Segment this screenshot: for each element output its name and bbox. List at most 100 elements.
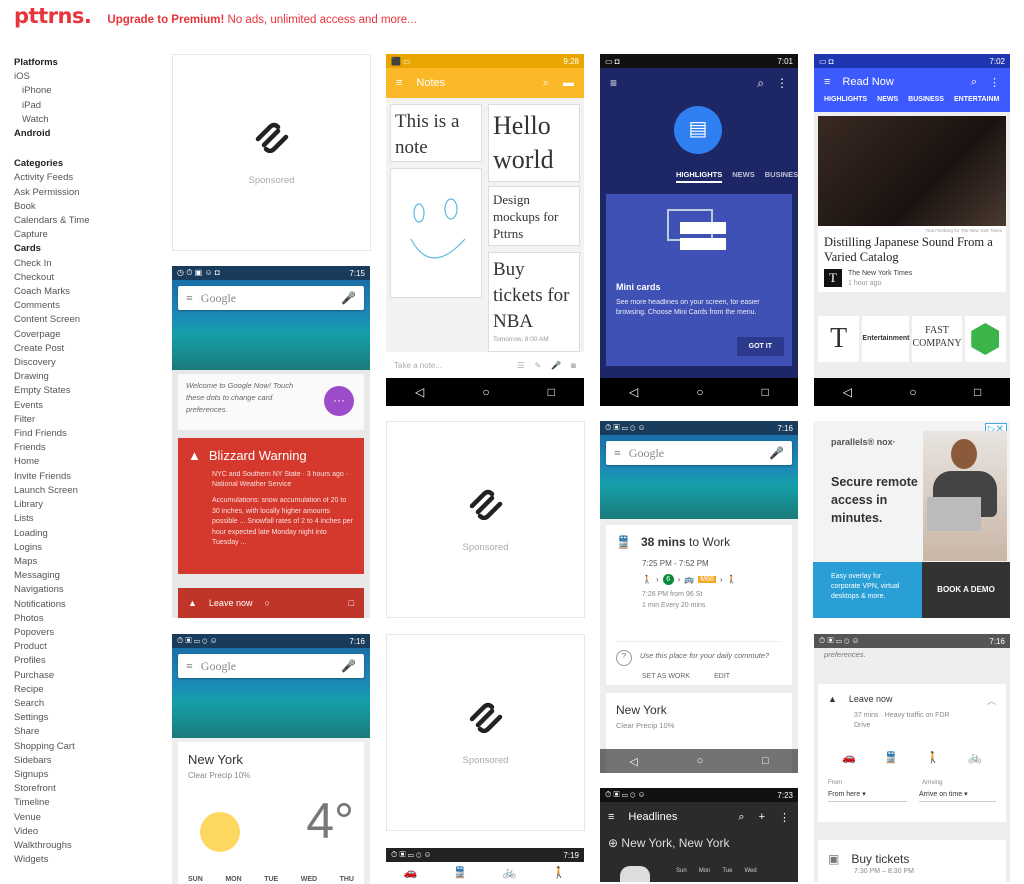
tab-entertainment[interactable]: ENTERTAINM <box>954 96 999 103</box>
notes-screenshot[interactable]: ⬛ ▭ 9:28 ≡ Notes ⌕ ▬ This is a note Hello wo… <box>386 54 584 406</box>
tab-business[interactable]: BUSINESS <box>908 96 944 103</box>
car-icon[interactable]: 🚗 <box>842 751 856 764</box>
category-item[interactable]: Launch Screen <box>14 484 154 498</box>
nyt-tile[interactable]: T <box>818 316 860 362</box>
category-item[interactable]: Home <box>14 455 154 469</box>
menu-icon[interactable]: ≡ <box>186 291 193 306</box>
category-item[interactable]: Filter <box>14 413 154 427</box>
home-icon[interactable]: ○ <box>697 755 704 767</box>
category-item[interactable]: Venue <box>14 811 154 825</box>
category-item[interactable]: Library <box>14 498 154 512</box>
category-item[interactable]: Cards <box>14 242 154 256</box>
tab-business[interactable]: BUSINES <box>765 170 798 183</box>
transport-screenshot[interactable]: ⏱ ▣ ▭ ⊙ ☺ 7:19 🚗 🚆 🚲 🚶 <box>386 848 584 882</box>
read-now-screenshot[interactable]: ▭ ◘ 7:02 ≡ Read Now ⌕ ⋮ HIGHLIGHTS NEWS BUSINE… <box>814 54 1010 406</box>
sponsored-card[interactable]: Sponsored <box>386 421 585 618</box>
search-icon[interactable]: ⌕ <box>757 76 764 91</box>
google-search-bar[interactable]: ≡ Google 🎤 <box>178 654 364 678</box>
back-icon[interactable]: ◁ <box>629 755 637 768</box>
category-item[interactable]: Notifications <box>14 598 154 612</box>
category-item[interactable]: Search <box>14 697 154 711</box>
platform-item[interactable]: iOS <box>14 70 154 84</box>
category-item[interactable]: Storefront <box>14 782 154 796</box>
walk-icon[interactable]: 🚶 <box>552 866 566 879</box>
category-item[interactable]: Timeline <box>14 796 154 810</box>
menu-icon[interactable]: ≡ <box>186 659 193 674</box>
premium-link[interactable]: Upgrade to Premium! No ads, unlimited ac… <box>107 14 416 26</box>
category-item[interactable]: Coverpage <box>14 328 154 342</box>
google-now-screenshot-2[interactable]: ⏱ ▣ ▭ ⊙ ☺ 7:16 ≡ Google 🎤 New York Clear Pr… <box>172 634 370 884</box>
mini-cards-promo[interactable]: Mini cards See more headlines on your sc… <box>606 194 792 366</box>
category-item[interactable]: Settings <box>14 711 154 725</box>
category-item[interactable]: Calendars & Time <box>14 214 154 228</box>
overflow-icon[interactable]: ⋮ <box>989 76 1000 89</box>
category-item[interactable]: Widgets <box>14 853 154 867</box>
bike-icon[interactable]: 🚲 <box>968 751 982 764</box>
book-demo-button[interactable]: BOOK A DEMO <box>922 562 1010 618</box>
collapse-icon[interactable]: ︿ <box>987 694 996 707</box>
category-item[interactable]: Purchase <box>14 669 154 683</box>
category-item[interactable]: Sidebars <box>14 754 154 768</box>
category-item[interactable]: Shopping Cart <box>14 740 154 754</box>
logo[interactable]: pttrns. <box>14 4 92 28</box>
headlines-screenshot[interactable]: ⏱ ▣ ▭ ⊙ ☺ 7:23 ≡ Headlines ⌕ + ⋮ ⊕ New York, … <box>600 788 798 882</box>
menu-icon[interactable]: ≡ <box>608 811 614 823</box>
menu-icon[interactable]: ≡ <box>614 446 621 461</box>
google-search-bar[interactable]: ≡ Google 🎤 <box>606 441 792 465</box>
category-item[interactable]: Invite Friends <box>14 470 154 484</box>
tab-news[interactable]: NEWS <box>732 170 755 183</box>
pen-icon[interactable]: ✎ <box>534 361 541 370</box>
search-icon[interactable]: ⌕ <box>738 811 744 824</box>
fast-company-tile[interactable]: FAST COMPANY <box>912 316 962 362</box>
take-note-bar[interactable]: Take a note... ☰ ✎ 🎤 ◙ <box>386 352 584 378</box>
category-item[interactable]: Check In <box>14 257 154 271</box>
category-item[interactable]: Product <box>14 640 154 654</box>
mic-icon[interactable]: 🎤 <box>769 446 784 461</box>
menu-icon[interactable]: ≡ <box>396 77 402 89</box>
category-item[interactable]: Video <box>14 825 154 839</box>
category-item[interactable]: Events <box>14 399 154 413</box>
leave-now-card[interactable]: ▲ Leave now ︿ 37 mins · Heavy traffic on F… <box>818 684 1006 822</box>
mic-icon[interactable]: 🎤 <box>551 361 561 370</box>
menu-icon[interactable]: ≡ <box>610 76 617 90</box>
home-icon[interactable]: ○ <box>696 385 703 399</box>
mic-icon[interactable]: 🎤 <box>341 659 356 674</box>
platform-item[interactable]: iPhone <box>14 84 154 98</box>
category-item[interactable]: Coach Marks <box>14 285 154 299</box>
category-item[interactable]: Discovery <box>14 356 154 370</box>
google-search-bar[interactable]: ≡ Google 🎤 <box>178 286 364 310</box>
commute-card[interactable]: 🚆 38 mins to Work 7:25 PM - 7:52 PM 🚶 › 6 › 🚌… <box>606 525 792 685</box>
category-item[interactable]: Share <box>14 725 154 739</box>
category-item[interactable]: Content Screen <box>14 313 154 327</box>
category-item[interactable]: Friends <box>14 441 154 455</box>
mic-icon[interactable]: 🎤 <box>341 291 356 306</box>
train-icon[interactable]: 🚆 <box>884 751 898 764</box>
category-item[interactable]: Comments <box>14 299 154 313</box>
advertisement[interactable]: ▷✕ parallels® nox· Secure remote access … <box>813 421 1010 618</box>
note-card-4[interactable]: Buy tickets for NBA Tomorrow, 8:00 AM <box>488 252 580 352</box>
category-item[interactable]: Maps <box>14 555 154 569</box>
category-item[interactable]: Checkout <box>14 271 154 285</box>
category-item[interactable]: Ask Permission <box>14 186 154 200</box>
category-item[interactable]: Messaging <box>14 569 154 583</box>
note-card-1[interactable]: This is a note <box>390 104 482 162</box>
home-icon[interactable]: ○ <box>482 385 489 399</box>
from-select[interactable]: From here ▾ <box>828 790 907 802</box>
google-now-screenshot-3[interactable]: ⏱ ▣ ▭ ⊙ ☺ 7:16 ≡ Google 🎤 🚆 38 mins to Work … <box>600 421 798 773</box>
camera-icon[interactable]: ◙ <box>571 361 576 370</box>
dots-icon[interactable]: ··· <box>324 386 354 416</box>
overflow-icon[interactable]: ⋮ <box>776 76 788 90</box>
search-icon[interactable]: ⌕ <box>971 76 977 89</box>
category-item[interactable]: Signups <box>14 768 154 782</box>
menu-icon[interactable]: ≡ <box>824 76 830 88</box>
recent-icon[interactable]: □ <box>548 385 555 399</box>
google-now-screenshot-1[interactable]: ◷ ⏱ ▣ ☺ ◘ 7:15 ≡ Google 🎤 Welcome to Google… <box>172 266 370 618</box>
tab-news[interactable]: NEWS <box>877 96 898 103</box>
category-item[interactable]: Activity Feeds <box>14 171 154 185</box>
promo-text[interactable]: No ads, unlimited access and more... <box>224 14 417 26</box>
category-item[interactable]: Recipe <box>14 683 154 697</box>
arrival-select[interactable]: Arrive on time ▾ <box>918 790 996 802</box>
back-icon[interactable]: ◁ <box>629 385 638 399</box>
back-icon[interactable]: ◁ <box>415 385 424 399</box>
category-item[interactable]: Loading <box>14 527 154 541</box>
